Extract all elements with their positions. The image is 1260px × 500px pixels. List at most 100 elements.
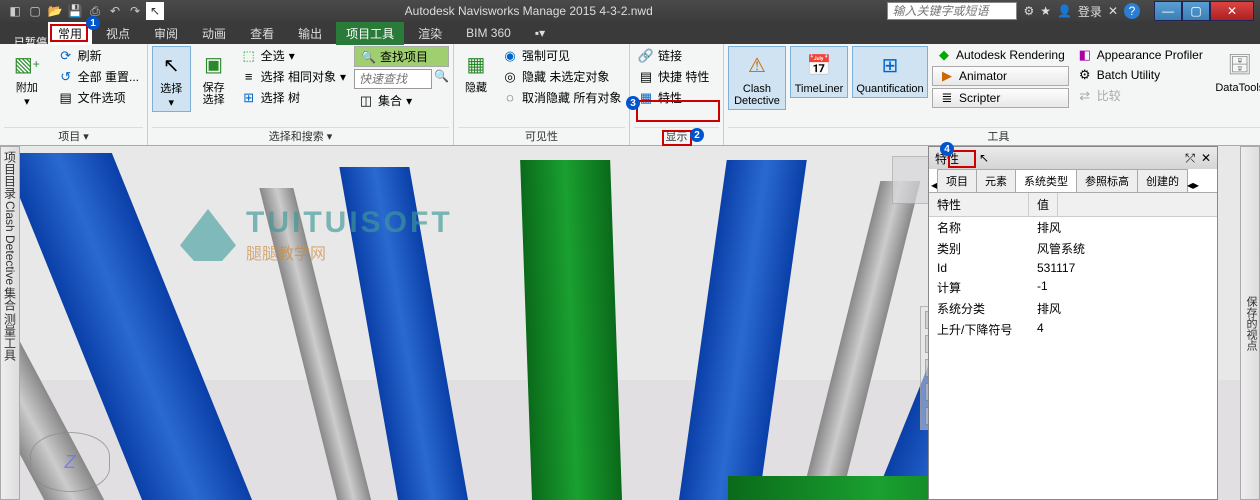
hide-unselected-button[interactable]: ◎隐藏 未选定对象 — [498, 67, 625, 86]
scripter-button[interactable]: ≣Scripter — [932, 88, 1069, 108]
grid-header: 特性 值 — [929, 193, 1217, 217]
exchange-icon[interactable]: ✕ — [1108, 4, 1118, 18]
force-visible-button[interactable]: ◉强制可见 — [498, 46, 625, 65]
3d-view[interactable]: TUITUISOFT 腿腿教学网 Z 特性 ↖ ⤱ ✕ ◂ 项目 元素 系统类型… — [20, 146, 1240, 500]
watermark: TUITUISOFT 腿腿教学网 — [180, 206, 453, 264]
app-menu-icon[interactable]: ◧ — [6, 2, 24, 20]
quantification-button[interactable]: ⊞Quantification — [852, 46, 928, 98]
prop-row[interactable]: 系统分类排风 — [929, 298, 1217, 319]
app-title: Autodesk Navisworks Manage 2015 4-3-2.nw… — [170, 4, 887, 18]
select-all-button[interactable]: ⬚全选▾ — [237, 46, 350, 65]
ptab-system-type[interactable]: 系统类型 — [1015, 169, 1077, 192]
datatools-icon: 🗄 — [1224, 48, 1256, 80]
dock-project-browser[interactable]: 项目目录 — [2, 151, 19, 199]
quant-icon: ⊞ — [874, 49, 906, 81]
tab-output[interactable]: 输出 — [288, 22, 332, 45]
title-right: ⚙ ★ 👤 登录 ✕ ? — ▢ ✕ — [1017, 1, 1260, 21]
quick-access-toolbar: ◧ ▢ 📂 💾 ⎙ ↶ ↷ ↖ — [0, 2, 170, 20]
tab-view[interactable]: 查看 — [240, 22, 284, 45]
select-same-button[interactable]: ≡选择 相同对象▾ — [237, 67, 350, 86]
timeliner-button[interactable]: 📅TimeLiner — [790, 46, 848, 98]
batch-button[interactable]: ⚙Batch Utility — [1073, 66, 1207, 84]
dock-clash[interactable]: Clash Detective — [3, 201, 17, 285]
right-dock[interactable]: 保存的视点 — [1240, 146, 1260, 500]
cursor-icon[interactable]: ↖ — [146, 2, 164, 20]
animator-icon: ▶ — [939, 68, 955, 84]
unhide-all-button[interactable]: ◌取消隐藏 所有对象 — [498, 88, 625, 107]
ptab-level[interactable]: 参照标高 — [1076, 169, 1138, 192]
hide-button[interactable]: ▦ 隐藏 — [458, 46, 494, 96]
links-button[interactable]: 🔗链接 — [634, 46, 719, 65]
ptab-item[interactable]: 项目 — [937, 169, 977, 192]
reset-button[interactable]: ↺全部 重置... — [54, 67, 143, 86]
prop-row[interactable]: 类别风管系统 — [929, 238, 1217, 259]
prop-row[interactable]: Id531117 — [929, 259, 1217, 277]
help-icon[interactable]: ? — [1124, 3, 1140, 19]
save-icon[interactable]: 💾 — [66, 2, 84, 20]
prop-row[interactable]: 名称排风 — [929, 217, 1217, 238]
appearance-button[interactable]: ◧Appearance Profiler — [1073, 46, 1207, 64]
search-input[interactable] — [887, 2, 1017, 20]
watermark-sub: 腿腿教学网 — [246, 240, 453, 264]
login-label[interactable]: 登录 — [1078, 3, 1102, 20]
panel-project: ▧+ 附加 ▾ ⟳刷新 ↺全部 重置... ▤文件选项 项目 ▾ — [0, 44, 148, 145]
select-tree-button[interactable]: ⊞选择 树 — [237, 88, 350, 107]
tab-animation[interactable]: 动画 — [192, 22, 236, 45]
prop-row[interactable]: 上升/下降符号4 — [929, 319, 1217, 340]
tab-render[interactable]: 渲染 — [408, 22, 452, 45]
tab-bim360[interactable]: BIM 360 — [456, 23, 521, 43]
close-button[interactable]: ✕ — [1210, 1, 1254, 21]
annot-box-3 — [636, 100, 720, 122]
tab-review[interactable]: 审阅 — [144, 22, 188, 45]
ptab-scroll-right[interactable]: ◂▸ — [1187, 178, 1199, 192]
compass[interactable]: Z — [30, 432, 110, 492]
clash-button[interactable]: ⚠Clash Detective — [728, 46, 786, 110]
panel-visibility: ▦ 隐藏 ◉强制可见 ◎隐藏 未选定对象 ◌取消隐藏 所有对象 可见性 — [454, 44, 630, 145]
quick-find-input[interactable] — [354, 69, 432, 89]
timeliner-icon: 📅 — [803, 49, 835, 81]
panel-close-icon[interactable]: ✕ — [1201, 151, 1211, 165]
tree-icon: ⊞ — [241, 90, 257, 106]
animator-button[interactable]: ▶Animator — [932, 66, 1069, 86]
tab-overflow[interactable]: ▪▾ — [525, 23, 555, 43]
prop-row[interactable]: 计算-1 — [929, 277, 1217, 298]
sets-button[interactable]: ◫集合▾ — [354, 91, 449, 110]
undo-icon[interactable]: ↶ — [106, 2, 124, 20]
watermark-title: TUITUISOFT — [246, 206, 453, 240]
minimize-button[interactable]: — — [1154, 1, 1182, 21]
render-button[interactable]: ◆Autodesk Rendering — [932, 46, 1069, 64]
redo-icon[interactable]: ↷ — [126, 2, 144, 20]
find-items-button[interactable]: 🔍查找项目 — [354, 46, 449, 67]
cursor-icon: ↖ — [979, 151, 989, 165]
save-selection-button[interactable]: ▣ 保存 选择 — [195, 46, 233, 108]
ptab-created[interactable]: 创建的 — [1137, 169, 1188, 192]
new-icon[interactable]: ▢ — [26, 2, 44, 20]
select-button[interactable]: ↖ 选择▾ — [152, 46, 191, 112]
dock-measure[interactable]: 测量工具 — [2, 313, 19, 361]
comm-icon[interactable]: ⚙ — [1023, 4, 1034, 18]
file-options-button[interactable]: ▤文件选项 — [54, 88, 143, 107]
unhide-icon: ◌ — [502, 90, 518, 106]
pause-label: 已暂停 — [14, 34, 47, 50]
tab-viewpoint[interactable]: 视点 — [96, 22, 140, 45]
annot-box-2 — [662, 130, 692, 146]
pin-icon[interactable]: ⤱ — [1185, 151, 1195, 166]
panel-label-select: 选择和搜索 ▾ — [152, 127, 449, 145]
annot-dot-4: 4 — [940, 142, 954, 156]
maximize-button[interactable]: ▢ — [1182, 1, 1210, 21]
quick-properties-button[interactable]: ▤快捷 特性 — [634, 67, 719, 86]
tab-item-tools[interactable]: 项目工具 — [336, 22, 404, 45]
datatools-button[interactable]: 🗄DataTools — [1211, 46, 1260, 96]
user-icon[interactable]: 👤 — [1057, 4, 1072, 18]
render-icon: ◆ — [936, 47, 952, 63]
go-icon[interactable]: 🔍 — [434, 69, 449, 89]
compare-button[interactable]: ⇄比较 — [1073, 86, 1207, 105]
dock-sets[interactable]: 集合 — [2, 287, 19, 311]
open-icon[interactable]: 📂 — [46, 2, 64, 20]
panel-label-tools: 工具 — [728, 127, 1260, 145]
attach-button[interactable]: ▧+ 附加 ▾ — [4, 46, 50, 110]
star-icon[interactable]: ★ — [1040, 4, 1051, 18]
ptab-element[interactable]: 元素 — [976, 169, 1016, 192]
refresh-button[interactable]: ⟳刷新 — [54, 46, 143, 65]
scripter-icon: ≣ — [939, 90, 955, 106]
